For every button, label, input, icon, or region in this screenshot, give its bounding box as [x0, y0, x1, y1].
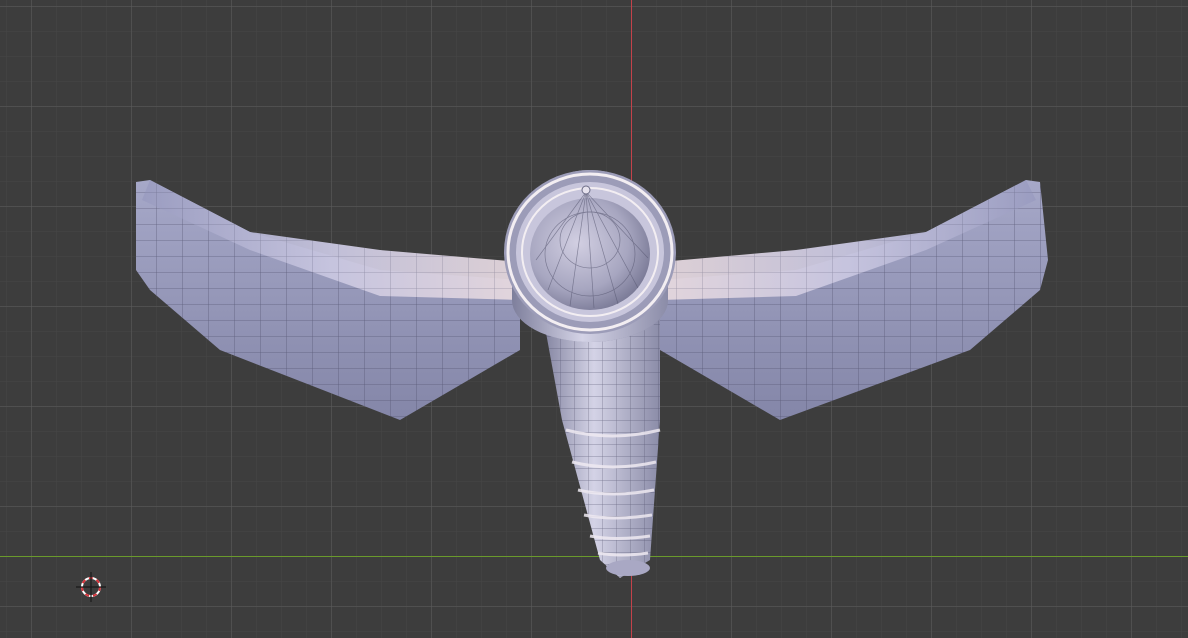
axe-mesh[interactable] — [0, 0, 1188, 638]
socket — [504, 170, 676, 342]
left-blade — [136, 180, 520, 420]
3d-viewport[interactable] — [0, 0, 1188, 638]
3d-cursor-icon[interactable] — [76, 572, 106, 602]
handle — [540, 300, 661, 578]
right-blade — [660, 180, 1048, 420]
